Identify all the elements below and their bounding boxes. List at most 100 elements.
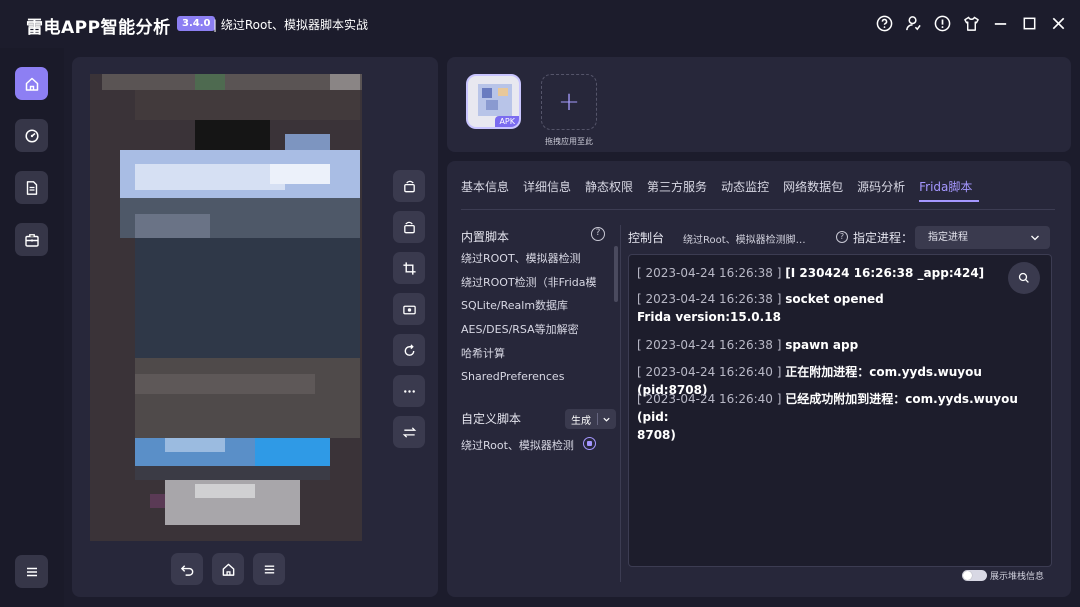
close-icon[interactable] bbox=[1049, 14, 1068, 33]
left-nav bbox=[0, 48, 64, 607]
log-entry: [ 2023-04-24 16:26:40 ] 已经成功附加到进程：com.yy… bbox=[637, 390, 1037, 444]
log-timestamp: [ 2023-04-24 16:26:40 ] bbox=[637, 365, 782, 379]
tab-divider bbox=[461, 209, 1055, 210]
switch-button[interactable] bbox=[393, 416, 425, 448]
builtin-scripts-title: 内置脚本 bbox=[461, 230, 510, 244]
back-icon bbox=[180, 564, 193, 576]
rotate-icon bbox=[403, 180, 415, 192]
stack-info-toggle[interactable] bbox=[962, 570, 987, 581]
tab-frida-scripts[interactable]: Frida脚本 bbox=[919, 180, 980, 202]
record-button[interactable] bbox=[393, 293, 425, 325]
nav-document-button[interactable] bbox=[15, 171, 48, 204]
nav-analysis-button[interactable] bbox=[15, 119, 48, 152]
stack-info-label: 展示堆栈信息 bbox=[990, 572, 1045, 582]
log-message: spawn app bbox=[785, 338, 859, 352]
help-icon[interactable]: ? bbox=[836, 231, 848, 243]
process-select-value: 指定进程 bbox=[928, 232, 968, 243]
help-icon[interactable]: ? bbox=[591, 227, 605, 241]
more-button[interactable] bbox=[393, 375, 425, 407]
rotate-button[interactable] bbox=[393, 170, 425, 202]
tab-static-permissions[interactable]: 静态权限 bbox=[585, 180, 640, 202]
console-output[interactable]: [ 2023-04-24 16:26:38 ] [I 230424 16:26:… bbox=[628, 254, 1052, 567]
app-title: 雷电APP智能分析 bbox=[26, 18, 171, 38]
builtin-script-item[interactable]: SharedPreferences bbox=[461, 370, 611, 394]
record-icon bbox=[402, 305, 416, 314]
analysis-tabs: 基本信息 详细信息 静态权限 第三方服务 动态监控 网络数据包 源码分析 Fri… bbox=[461, 180, 986, 202]
help-icon[interactable] bbox=[875, 14, 894, 33]
title-bar: 雷电APP智能分析 3.4.0 | 绕过Root、模拟器脚本实战 bbox=[0, 0, 1080, 48]
home-icon bbox=[25, 77, 38, 91]
process-select[interactable]: 指定进程 bbox=[915, 226, 1050, 249]
document-icon bbox=[26, 180, 37, 195]
add-app-label: 拖拽应用至此 bbox=[545, 137, 593, 146]
log-message-extra: Frida version:15.0.18 bbox=[637, 310, 781, 324]
shirt-icon[interactable] bbox=[962, 14, 981, 33]
builtin-script-item[interactable]: 哈希计算 bbox=[461, 347, 611, 371]
more-icon bbox=[403, 389, 415, 393]
log-timestamp: [ 2023-04-24 16:26:38 ] bbox=[637, 338, 782, 352]
device-back-button[interactable] bbox=[171, 553, 203, 585]
builtin-script-item[interactable]: 绕过ROOT检测（非Frida模 bbox=[461, 276, 611, 300]
maximize-icon[interactable] bbox=[1020, 14, 1039, 33]
user-icon[interactable] bbox=[904, 14, 923, 33]
version-badge: 3.4.0 bbox=[177, 16, 216, 31]
process-label: 指定进程： bbox=[853, 231, 914, 245]
builtin-script-item[interactable]: SQLite/Realm数据库 bbox=[461, 299, 611, 323]
custom-script-radio[interactable] bbox=[583, 437, 596, 450]
search-icon bbox=[1018, 272, 1029, 283]
nav-menu-button[interactable] bbox=[15, 555, 48, 588]
tab-third-party[interactable]: 第三方服务 bbox=[647, 180, 714, 202]
window-subtitle: | 绕过Root、模拟器脚本实战 bbox=[213, 18, 369, 32]
device-menu-button[interactable] bbox=[253, 553, 285, 585]
refresh-button[interactable] bbox=[393, 334, 425, 366]
script-list-scrollbar[interactable] bbox=[614, 246, 618, 302]
builtin-script-list: 绕过ROOT、模拟器检测 绕过ROOT检测（非Frida模 SQLite/Rea… bbox=[461, 252, 611, 394]
log-entry: [ 2023-04-24 16:26:38 ] socket opened Fr… bbox=[637, 290, 1037, 326]
menu-icon bbox=[26, 567, 37, 576]
home-icon bbox=[222, 563, 234, 576]
log-search-button[interactable] bbox=[1008, 262, 1040, 294]
column-divider bbox=[620, 225, 621, 582]
log-message: [I 230424 16:26:38 _app:424] bbox=[785, 266, 985, 280]
toolbox-icon bbox=[24, 233, 39, 247]
device-home-button[interactable] bbox=[212, 553, 244, 585]
builtin-script-item[interactable]: AES/DES/RSA等加解密 bbox=[461, 323, 611, 347]
generate-script-button[interactable]: 生成 bbox=[565, 409, 616, 429]
minimize-icon[interactable] bbox=[991, 14, 1010, 33]
generate-label: 生成 bbox=[571, 415, 591, 427]
add-app-button[interactable]: + bbox=[541, 74, 597, 130]
apk-app-tile[interactable]: APK bbox=[466, 74, 521, 129]
tab-network-packets[interactable]: 网络数据包 bbox=[783, 180, 850, 202]
log-message-extra: 8708) bbox=[637, 428, 676, 442]
log-message: socket opened bbox=[785, 292, 884, 306]
tab-source-analysis[interactable]: 源码分析 bbox=[857, 180, 912, 202]
rotate-alt-icon bbox=[403, 221, 415, 233]
crop-button[interactable] bbox=[393, 252, 425, 284]
tab-dynamic-monitor[interactable]: 动态监控 bbox=[721, 180, 776, 202]
apk-tag: APK bbox=[495, 116, 519, 127]
info-icon[interactable] bbox=[933, 14, 952, 33]
tab-detail-info[interactable]: 详细信息 bbox=[523, 180, 578, 202]
custom-script-item[interactable]: 绕过Root、模拟器检测 bbox=[461, 437, 574, 453]
builtin-script-item[interactable]: 绕过ROOT、模拟器检测 bbox=[461, 252, 611, 276]
console-title: 控制台 bbox=[628, 231, 665, 245]
chevron-down-icon bbox=[1031, 235, 1039, 241]
nav-home-button[interactable] bbox=[15, 67, 48, 100]
log-entry: [ 2023-04-24 16:26:38 ] spawn app bbox=[637, 336, 1037, 354]
device-screen[interactable] bbox=[90, 74, 362, 541]
plus-icon: + bbox=[558, 87, 580, 117]
nav-toolbox-button[interactable] bbox=[15, 223, 48, 256]
window-controls bbox=[875, 14, 1068, 33]
refresh-icon bbox=[404, 343, 414, 356]
rotate-alt-button[interactable] bbox=[393, 211, 425, 243]
chevron-down-icon bbox=[603, 417, 610, 422]
log-timestamp: [ 2023-04-24 16:26:40 ] bbox=[637, 392, 782, 406]
tab-basic-info[interactable]: 基本信息 bbox=[461, 180, 516, 202]
log-timestamp: [ 2023-04-24 16:26:38 ] bbox=[637, 266, 782, 280]
console-script-name: 绕过Root、模拟器检测脚… bbox=[683, 235, 806, 246]
menu-icon bbox=[264, 565, 274, 573]
switch-icon bbox=[402, 426, 416, 438]
crop-icon bbox=[402, 261, 416, 275]
analysis-icon bbox=[24, 128, 39, 143]
log-entry: [ 2023-04-24 16:26:38 ] [I 230424 16:26:… bbox=[637, 264, 1037, 282]
